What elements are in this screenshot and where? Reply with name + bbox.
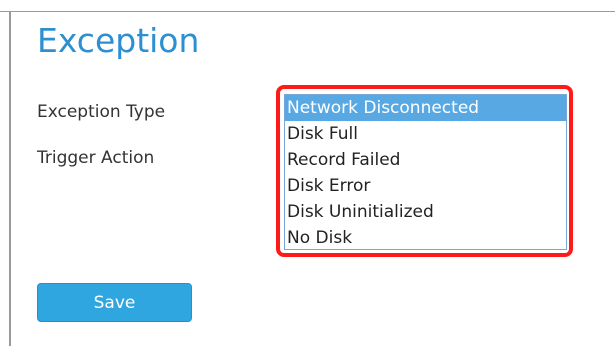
exception-type-dropdown-list[interactable]: Network Disconnected Disk Full Record Fa… <box>284 94 567 250</box>
save-button[interactable]: Save <box>37 283 192 322</box>
option-disk-uninitialized[interactable]: Disk Uninitialized <box>285 199 566 225</box>
option-no-disk[interactable]: No Disk <box>285 225 566 251</box>
trigger-action-label: Trigger Action <box>37 148 155 168</box>
page-title: Exception <box>37 21 200 60</box>
option-record-failed[interactable]: Record Failed <box>285 147 566 173</box>
exception-settings-page: Exception Exception Type Trigger Action … <box>0 0 615 346</box>
option-network-disconnected[interactable]: Network Disconnected <box>285 95 566 121</box>
option-disk-full[interactable]: Disk Full <box>285 121 566 147</box>
window-left-border <box>9 12 11 346</box>
exception-type-label: Exception Type <box>37 102 166 122</box>
window-top-border <box>0 0 615 12</box>
option-disk-error[interactable]: Disk Error <box>285 173 566 199</box>
